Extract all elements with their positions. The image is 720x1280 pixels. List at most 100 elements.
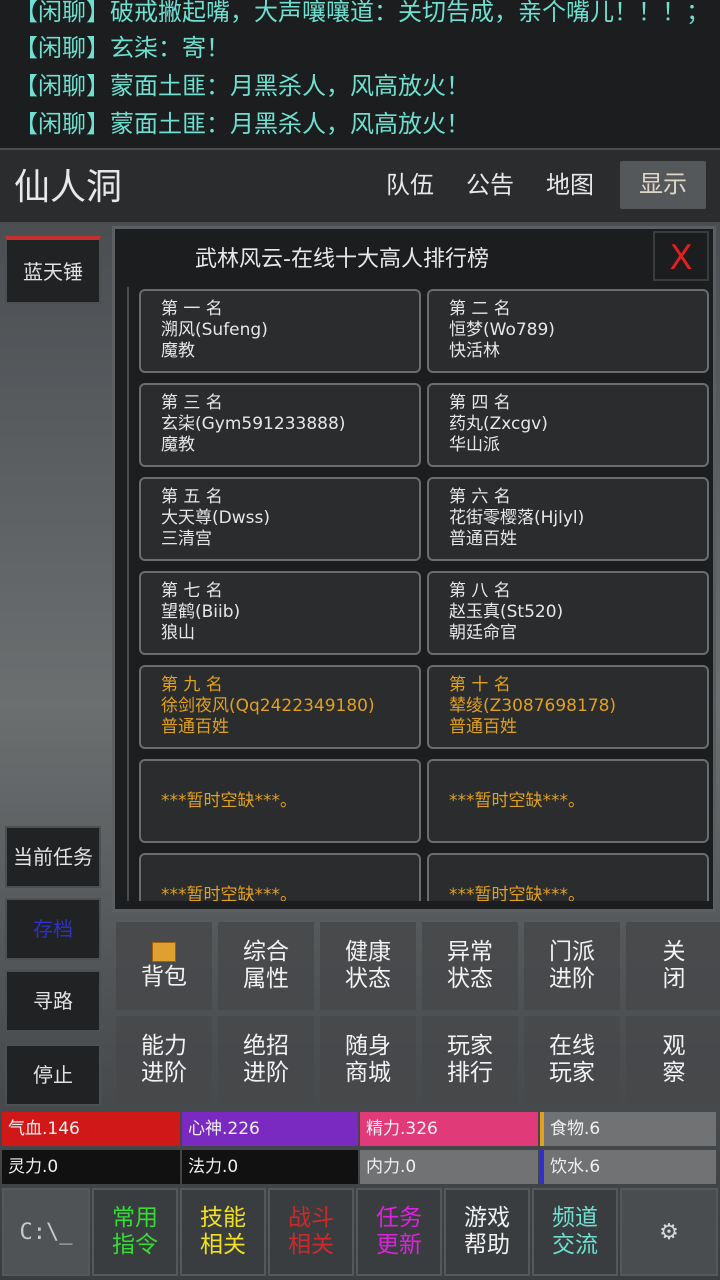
menu-label: 玩家 — [549, 1060, 595, 1086]
rank-label: 第 九 名 — [161, 675, 223, 695]
quest-update-button[interactable]: 任务 更新 — [356, 1188, 442, 1276]
rank-card[interactable]: 第 六 名 花街零樱落(Hjlyl) 普通百姓 — [427, 477, 709, 561]
attributes-button[interactable]: 综合 属性 — [218, 922, 314, 1010]
console-button[interactable]: C:\_ — [2, 1188, 90, 1276]
menu-label: 健康 — [345, 939, 391, 965]
menu-label: 进阶 — [549, 966, 595, 992]
hp-bar: 气血.146 — [2, 1112, 180, 1146]
backpack-icon — [152, 941, 176, 962]
team-button[interactable]: 队伍 — [372, 162, 448, 208]
menu-label: 状态 — [345, 966, 391, 992]
player-sect: 快活林 — [449, 341, 500, 361]
ranking-grid: 第 一 名 溯风(Sufeng) 魔教 第 二 名 恒梦(Wo789) 快活林 … — [127, 287, 709, 901]
food-bar: 食物.6 — [540, 1112, 716, 1146]
combat-button[interactable]: 战斗 相关 — [268, 1188, 354, 1276]
empty-label: ***暂时空缺***。 — [449, 791, 585, 811]
player-name: 赵玉真(St520) — [449, 602, 564, 622]
bottom-label: 相关 — [200, 1232, 246, 1258]
panel-title: 武林风云-在线十大高人排行榜 — [195, 247, 489, 272]
system-button[interactable]: ⚙ — [620, 1188, 718, 1276]
menu-label: 关 — [662, 939, 686, 965]
chat-line: 【闲聊】蒙面土匪：月黑杀人，风高放火！ — [14, 110, 470, 138]
empty-label: ***暂时空缺***。 — [161, 791, 297, 811]
bottom-label: 频道 — [552, 1205, 598, 1231]
shop-button[interactable]: 随身 商城 — [320, 1016, 416, 1104]
menu-label: 商城 — [345, 1060, 391, 1086]
menu-label: 异常 — [447, 939, 493, 965]
display-button[interactable]: 显示 — [620, 161, 706, 209]
player-name: 辇绫(Z3087698178) — [449, 696, 617, 716]
rank-card[interactable]: 第 十 名 辇绫(Z3087698178) 普通百姓 — [427, 665, 709, 749]
player-sect: 魔教 — [161, 435, 195, 455]
water-bar: 饮水.6 — [540, 1150, 716, 1184]
observe-button[interactable]: 观 察 — [626, 1016, 720, 1104]
channel-chat-button[interactable]: 频道 交流 — [532, 1188, 618, 1276]
bottom-label: 常用 — [112, 1205, 158, 1231]
common-commands-button[interactable]: 常用 指令 — [92, 1188, 178, 1276]
empty-label: ***暂时空缺***。 — [161, 885, 297, 901]
sect-advance-button[interactable]: 门派 进阶 — [524, 922, 620, 1010]
bottom-label: 相关 — [288, 1232, 334, 1258]
menu-label: 进阶 — [141, 1060, 187, 1086]
close-button[interactable]: X — [653, 231, 709, 281]
menu-label: 观 — [662, 1033, 686, 1059]
player-ranking-button[interactable]: 玩家 排行 — [422, 1016, 518, 1104]
spirit-bar: 灵力.0 — [2, 1150, 180, 1184]
menu-label: 在线 — [549, 1033, 595, 1059]
current-task-button[interactable]: 当前任务 — [5, 826, 101, 888]
ability-advance-button[interactable]: 能力 进阶 — [116, 1016, 212, 1104]
chat-line: 【闲聊】破戒撇起嘴，大声嚷嚷道：关切告成，亲个嘴儿！！！； — [14, 0, 710, 26]
skills-button[interactable]: 技能 相关 — [180, 1188, 266, 1276]
menu-label: 排行 — [447, 1060, 493, 1086]
rank-card[interactable]: 第 四 名 药丸(Zxcgv) 华山派 — [427, 383, 709, 467]
empty-label: ***暂时空缺***。 — [449, 885, 585, 901]
rank-card[interactable]: 第 五 名 大天尊(Dwss) 三清宫 — [139, 477, 421, 561]
stop-button[interactable]: 停止 — [5, 1044, 101, 1106]
rank-card[interactable]: 第 三 名 玄柒(Gym591233888) 魔教 — [139, 383, 421, 467]
rank-label: 第 五 名 — [161, 487, 223, 507]
abnormal-status-button[interactable]: 异常 状态 — [422, 922, 518, 1010]
pathfind-button[interactable]: 寻路 — [5, 970, 101, 1032]
rank-card[interactable]: 第 二 名 恒梦(Wo789) 快活林 — [427, 289, 709, 373]
energy-bar: 精力.326 — [360, 1112, 538, 1146]
bottom-label: 帮助 — [464, 1232, 510, 1258]
save-button[interactable]: 存档 — [5, 898, 101, 960]
bottom-label: 交流 — [552, 1232, 598, 1258]
rank-card[interactable]: 第 八 名 赵玉真(St520) 朝廷命官 — [427, 571, 709, 655]
rank-label: 第 一 名 — [161, 299, 223, 319]
empty-rank-card: ***暂时空缺***。 — [427, 853, 709, 901]
rank-card[interactable]: 第 九 名 徐剑夜风(Qq2422349180) 普通百姓 — [139, 665, 421, 749]
menu-label: 门派 — [549, 939, 595, 965]
backpack-button[interactable]: 背包 — [116, 922, 212, 1010]
close-menu-button[interactable]: 关 闭 — [626, 922, 720, 1010]
rank-card[interactable]: 第 一 名 溯风(Sufeng) 魔教 — [139, 289, 421, 373]
skill-advance-button[interactable]: 绝招 进阶 — [218, 1016, 314, 1104]
chat-line: 【闲聊】蒙面土匪：月黑杀人，风高放火！ — [14, 72, 470, 100]
player-name: 溯风(Sufeng) — [161, 320, 268, 340]
weapon-slot[interactable]: 蓝天锤 — [5, 236, 101, 304]
player-sect: 华山派 — [449, 435, 500, 455]
location-bar: 仙人洞 队伍 公告 地图 显示 — [0, 148, 720, 224]
menu-label: 玩家 — [447, 1033, 493, 1059]
menu-label: 综合 — [243, 939, 289, 965]
online-players-button[interactable]: 在线 玩家 — [524, 1016, 620, 1104]
player-name: 望鹤(Biib) — [161, 602, 241, 622]
console-icon: C:\_ — [19, 1219, 73, 1245]
health-status-button[interactable]: 健康 状态 — [320, 922, 416, 1010]
bottom-label: 任务 — [376, 1205, 422, 1231]
player-name: 花街零樱落(Hjlyl) — [449, 508, 585, 528]
notice-button[interactable]: 公告 — [452, 162, 528, 208]
map-button[interactable]: 地图 — [532, 162, 608, 208]
rank-card[interactable]: 第 七 名 望鹤(Biib) 狼山 — [139, 571, 421, 655]
game-help-button[interactable]: 游戏 帮助 — [444, 1188, 530, 1276]
mana-bar: 法力.0 — [182, 1150, 358, 1184]
player-name: 玄柒(Gym591233888) — [161, 414, 346, 434]
player-sect: 三清宫 — [161, 529, 212, 549]
rank-label: 第 四 名 — [449, 393, 511, 413]
empty-rank-card: ***暂时空缺***。 — [139, 853, 421, 901]
player-sect: 普通百姓 — [449, 717, 517, 737]
location-title: 仙人洞 — [14, 167, 123, 208]
mind-bar: 心神.226 — [182, 1112, 358, 1146]
empty-rank-card: ***暂时空缺***。 — [427, 759, 709, 843]
rank-label: 第 十 名 — [449, 675, 511, 695]
